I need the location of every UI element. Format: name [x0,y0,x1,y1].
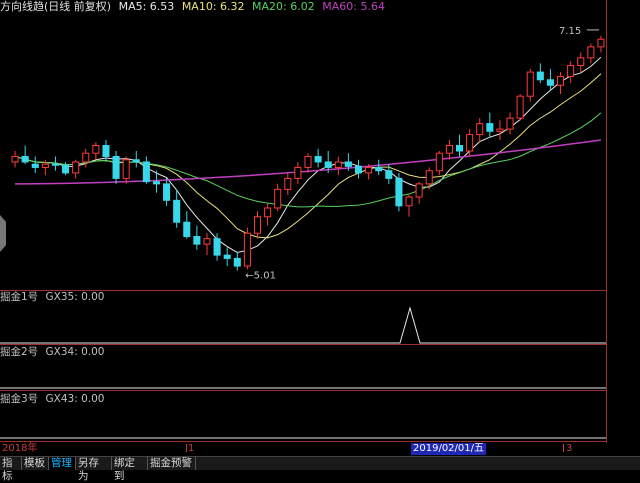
candle-body [354,165,363,174]
candle-body [546,79,554,86]
candle-body [557,75,565,86]
tab-indicator[interactable]: 指标 [0,457,22,482]
month-tick-1: 1 [188,443,195,454]
indicator-2-label: 掘金2号 [0,346,39,358]
candle-body [183,221,191,237]
candlestick-chart[interactable]: 7.15 ←5.01 [0,0,640,445]
candle-body [496,128,504,132]
month-mark [186,444,187,452]
candle-body [405,196,413,207]
candle-body [41,163,49,168]
candle-body [334,161,342,168]
candle-body [304,155,312,168]
candle-body [21,155,29,163]
candle-body [253,216,262,234]
cursor-date: 2019/02/01/五 [411,443,487,455]
candle-body [365,166,373,174]
candle-body [536,71,544,81]
candle-body [72,161,80,174]
candle-body [152,181,161,185]
candle-body [112,155,120,179]
candle-body [435,152,443,172]
candle-body [314,155,322,163]
candle-body [142,161,150,183]
tab-manage[interactable]: 管理 [49,457,76,470]
candle-body [577,57,585,67]
candle-body [425,170,433,185]
candle-body [193,235,201,245]
candle-body [516,95,524,119]
indicator-3-value: GX43: 0.00 [45,393,105,405]
indicator-1-value: GX35: 0.00 [45,291,105,303]
candle-body [466,134,474,152]
candle-body [476,123,484,136]
candle-body [203,238,211,245]
candle-body [587,46,595,59]
indicator-2: 掘金2号 GX34: 0.00 [0,346,104,359]
date-axis [0,443,640,455]
candle-body [486,123,494,132]
candle-body [455,145,464,152]
candle-body [506,117,514,130]
candle-body [415,183,423,198]
indicator-3: 掘金3号 GX43: 0.00 [0,393,104,406]
indicator-1-label: 掘金1号 [0,291,39,303]
candle-body [264,207,272,218]
candle-body [284,177,292,190]
candle-body [385,170,393,179]
candle-body [132,159,140,163]
candle-body [395,177,403,207]
candle-body [526,71,534,97]
candle-body [11,155,19,163]
month-tick-3: 3 [566,443,573,454]
year-tick: 2018年 [2,443,38,454]
candle-body [274,188,282,209]
candle-body [102,145,110,157]
bottom-tab-bar: 指标 模板 管理 另存为 绑定到 掘金预警 [0,456,640,482]
indicator-2-value: GX34: 0.00 [45,346,105,358]
candle-body [163,183,171,201]
tab-template[interactable]: 模板 [22,457,49,470]
candle-body [31,163,39,168]
month-mark [563,444,564,452]
panel-divider [0,344,606,345]
scroll-handle [0,215,6,252]
tab-bind-to[interactable]: 绑定到 [112,457,148,482]
candle-body [122,159,130,179]
candle-body [213,238,221,256]
tab-alert[interactable]: 掘金预警 [148,457,196,470]
candle-body [173,199,181,223]
candle-body [445,145,453,154]
candle-body [62,164,70,174]
candle-body [294,166,302,179]
candle-body [597,38,605,48]
candle-body [344,161,352,167]
gx35-line [0,306,606,344]
candle-body [567,65,575,77]
tab-save-as[interactable]: 另存为 [76,457,112,482]
low-price-label: ←5.01 [245,270,276,281]
indicator-1: 掘金1号 GX35: 0.00 [0,291,104,304]
candle-body [92,145,100,154]
candle-body [223,254,231,259]
candle-body [375,166,383,172]
right-border [606,0,607,445]
indicator-3-label: 掘金3号 [0,393,39,405]
candle-body [82,152,90,163]
panel-divider [0,390,606,391]
candle-body [233,257,241,267]
candle-body [243,232,251,267]
candle-body [324,161,332,168]
panel-divider [0,441,606,442]
candle-body [51,163,59,166]
high-price-label: 7.15 [559,26,581,37]
